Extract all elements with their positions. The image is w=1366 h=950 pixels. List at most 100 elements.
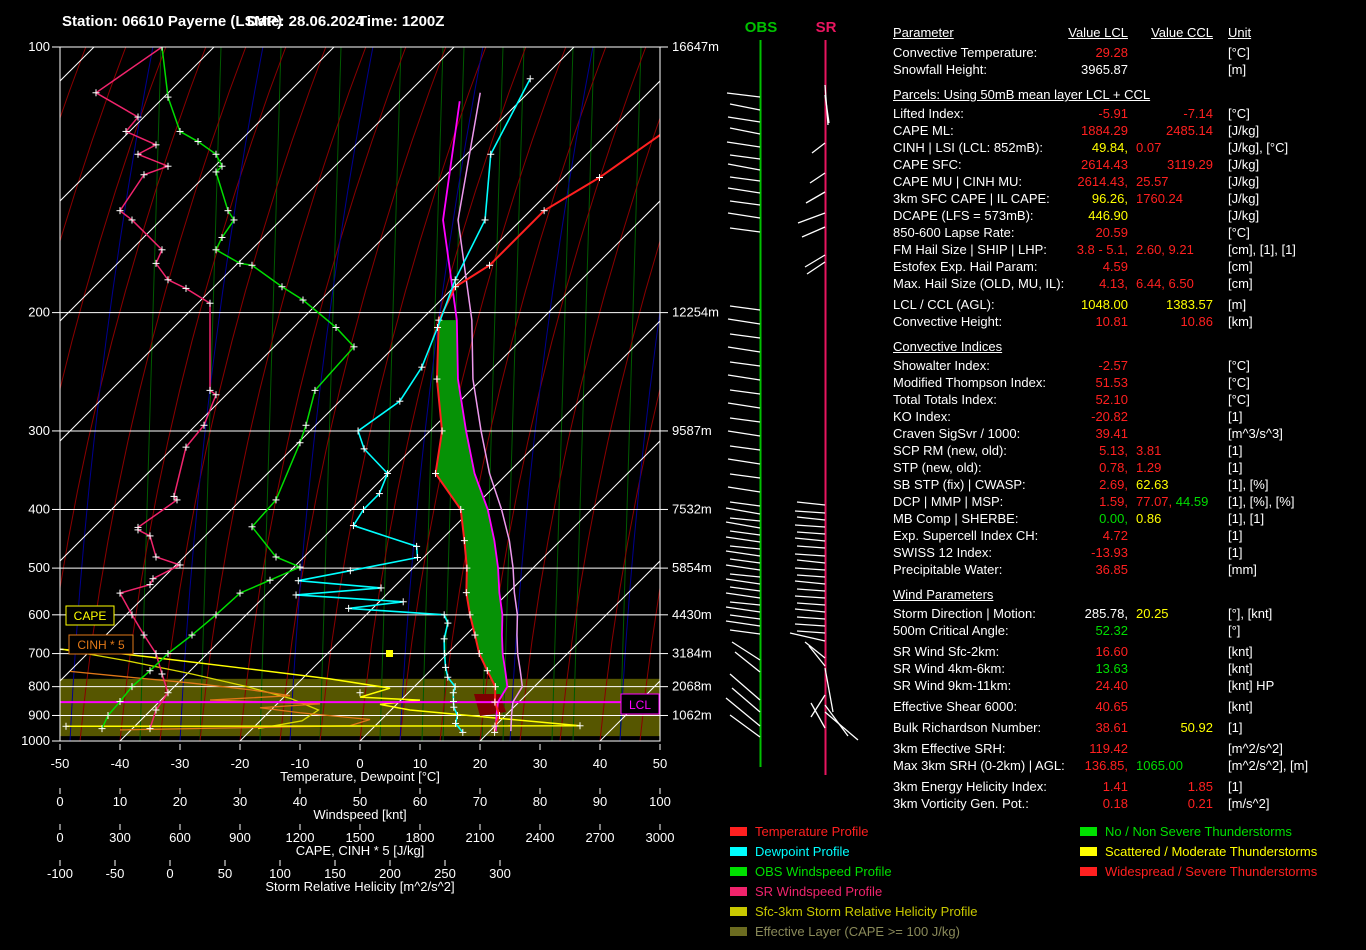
param-value: 1.29 (1136, 460, 1162, 475)
param-value: 2614.43, (1077, 174, 1128, 189)
param-value-lcl: 96.26, (1008, 190, 1128, 207)
axis-tick-label: -40 (111, 756, 130, 771)
param-label: KO Index: (893, 409, 951, 424)
param-value-lcl: 13.63 (1008, 660, 1128, 677)
param-value-lcl: 119.42 (1008, 740, 1128, 757)
altitude-tick-label: 1062m (672, 707, 712, 722)
legend-item-severity: Scattered / Moderate Thunderstorms (1080, 844, 1317, 864)
param-value-extra: 1.29 (1136, 459, 1161, 476)
param-label: SCP RM (new, old): (893, 443, 1007, 458)
param-value-lcl: 20.59 (1008, 224, 1128, 241)
param-label: SB STP (fix) | CWASP: (893, 477, 1026, 492)
param-row: Precipitable Water: 36.85 [mm] (888, 561, 1366, 578)
param-row: SR Wind Sfc-2km: 16.60 [knt] (888, 643, 1366, 660)
param-row: Showalter Index: -2.57 [°C] (888, 357, 1366, 374)
parameter-table: Parameter Value LCL Value CCL Unit Convectiv… (888, 24, 1366, 812)
param-unit: [m^2/s^2], [m] (1228, 758, 1309, 773)
param-value: 25.57 (1136, 174, 1169, 189)
param-unit: [1] (1228, 443, 1243, 458)
axis-tick-label: -100 (47, 866, 73, 881)
param-value: 1.85 (1187, 779, 1213, 794)
altitude-tick-label: 16647m (672, 39, 719, 54)
param-value: 52.32 (1095, 623, 1128, 638)
param-unit: [cm] (1228, 276, 1253, 291)
param-value-lcl: 2.69, (1008, 476, 1128, 493)
legend-swatch (1080, 867, 1097, 876)
pressure-tick-label: 100 (28, 39, 50, 54)
param-unit: [°], [knt] (1228, 606, 1273, 621)
axis-tick-label: 2100 (466, 830, 495, 845)
param-value: 0.86 (1136, 511, 1162, 526)
param-unit: [knt] (1228, 699, 1253, 714)
param-label: Lifted Index: (893, 106, 964, 121)
legend-item-profile: Sfc-3km Storm Relative Helicity Profile (730, 904, 978, 924)
param-value-extra: 1760.24 (1136, 190, 1183, 207)
param-unit: [1] (1228, 460, 1243, 475)
param-value-lcl: 3965.87 (1008, 61, 1128, 78)
axis-tick-label: 300 (489, 866, 511, 881)
section-header: Wind Parameters (893, 587, 994, 602)
pressure-tick-label: 700 (28, 646, 50, 661)
obs-column-label: OBS (745, 19, 778, 36)
param-value-extra: 2.60, 9.21 (1136, 241, 1194, 258)
axis-tick-label: 70 (473, 794, 487, 809)
sr-column-label: SR (816, 19, 837, 36)
altitude-tick-label: 3184m (672, 646, 712, 661)
axis-tick-label: 20 (173, 794, 187, 809)
altitude-tick-label: 2068m (672, 679, 712, 694)
param-value: 0.00, (1099, 511, 1128, 526)
pressure-tick-label: 800 (28, 679, 50, 694)
param-value-lcl: 40.65 (1008, 698, 1128, 715)
param-value-extra: 0.07 (1136, 139, 1161, 156)
pressure-tick-label: 900 (28, 707, 50, 722)
param-unit: [knt] (1228, 661, 1253, 676)
param-value-lcl: 51.53 (1008, 374, 1128, 391)
pressure-tick-label: 400 (28, 501, 50, 516)
param-row: CAPE MU | CINH MU: 2614.43, 25.57 [J/kg] (888, 173, 1366, 190)
altitude-tick-label: 5854m (672, 560, 712, 575)
param-value-ccl: 1.85 (1093, 778, 1213, 795)
axis-tick-label: 20 (473, 756, 487, 771)
param-value: 77.07, (1136, 494, 1173, 509)
param-label: Convective Height: (893, 314, 1003, 329)
param-value-lcl: 0.00, (1008, 510, 1128, 527)
table-header: Value CCL (1151, 25, 1213, 40)
param-value-lcl: 36.85 (1008, 561, 1128, 578)
param-row: CAPE SFC: 2614.43 3119.29 [J/kg] (888, 156, 1366, 173)
param-value-ccl: 2485.14 (1093, 122, 1213, 139)
param-value-ccl: 1383.57 (1093, 296, 1213, 313)
table-header: Unit (1228, 25, 1252, 40)
param-unit: [°C] (1228, 45, 1250, 60)
param-row: Max. Hail Size (OLD, MU, IL): 4.13, 6.44, … (888, 275, 1366, 292)
param-value-ccl: 10.86 (1093, 313, 1213, 330)
legend-profiles: Temperature Profile Dewpoint Profile OBS W… (730, 824, 978, 944)
param-label: CAPE MU | CINH MU: (893, 174, 1023, 189)
param-value: 0.07 (1136, 140, 1162, 155)
altitude-tick-label: 4430m (672, 607, 712, 622)
param-value: 0.78, (1099, 460, 1128, 475)
param-value: 36.85 (1095, 562, 1128, 577)
param-value: 96.26, (1091, 191, 1128, 206)
param-value: 29.28 (1095, 45, 1128, 60)
param-label: LCL / CCL (AGL): (893, 297, 995, 312)
param-unit: [mm] (1228, 562, 1257, 577)
axis-tick-label: 90 (593, 794, 607, 809)
pressure-tick-label: 1000 (21, 733, 50, 748)
param-value: 39.41 (1095, 426, 1128, 441)
param-row: FM Hail Size | SHIP | LHP: 3.8 - 5.1, 2.60… (888, 241, 1366, 258)
param-value: 40.65 (1095, 699, 1128, 714)
legend-label: Dewpoint Profile (755, 844, 850, 859)
axis-title: CAPE, CINH * 5 [J/kg] (296, 843, 425, 858)
param-unit: [1] (1228, 545, 1243, 560)
legend-label: Scattered / Moderate Thunderstorms (1105, 844, 1318, 859)
param-value-ccl: -7.14 (1093, 105, 1213, 122)
param-label: SR Wind 4km-6km: (893, 661, 1005, 676)
legend-label: Temperature Profile (755, 824, 869, 839)
param-row: Exp. Supercell Index CH: 4.72 [1] (888, 527, 1366, 544)
param-value: 446.90 (1088, 208, 1128, 223)
legend-item-profile: OBS Windspeed Profile (730, 864, 978, 884)
param-value-lcl: -20.82 (1008, 408, 1128, 425)
param-value: 3.81 (1136, 443, 1162, 458)
param-value: 20.59 (1095, 225, 1128, 240)
param-value-lcl: 2614.43, (1008, 173, 1128, 190)
